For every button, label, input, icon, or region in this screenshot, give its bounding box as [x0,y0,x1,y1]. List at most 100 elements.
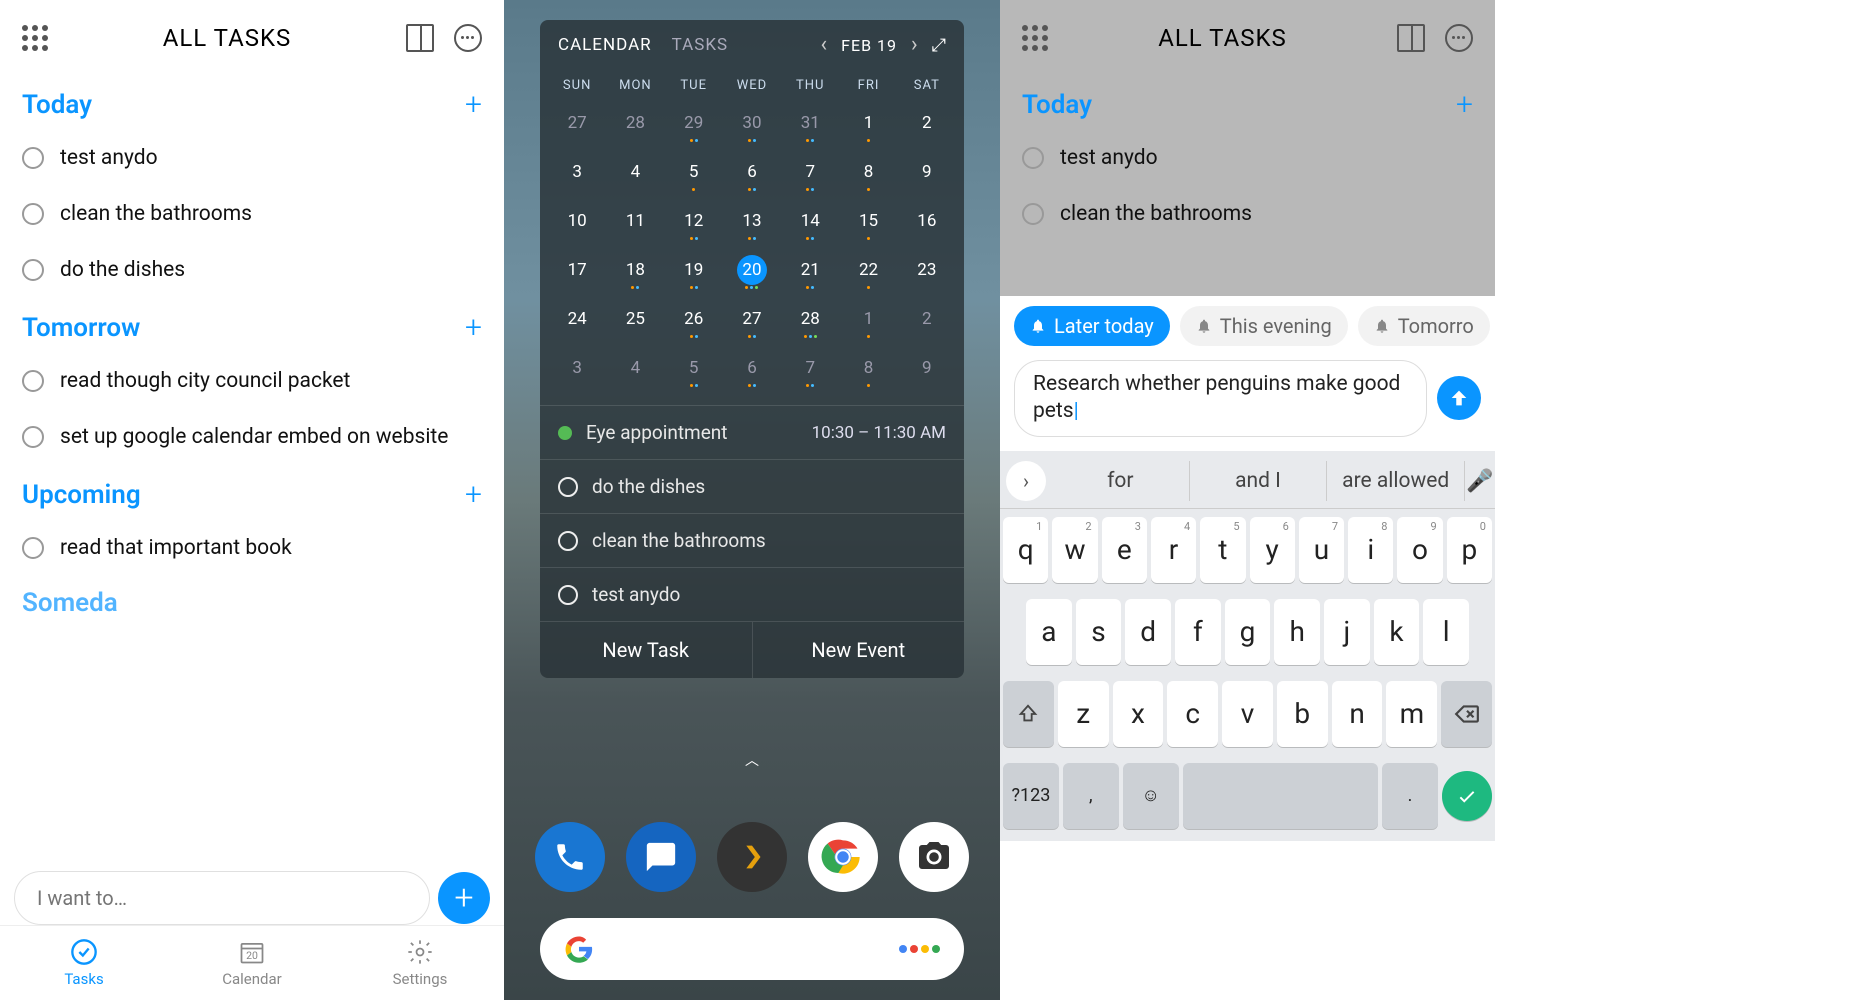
more-icon[interactable] [454,24,482,52]
google-search-bar[interactable] [540,918,964,980]
calendar-day[interactable]: 30 [723,101,781,150]
emoji-key[interactable]: ☺ [1123,763,1179,829]
key-u[interactable]: u7 [1299,517,1344,583]
key-d[interactable]: d [1125,599,1171,665]
messages-app-icon[interactable] [626,822,696,892]
menu-grid-icon[interactable] [1022,25,1048,51]
calendar-day[interactable]: 7 [781,150,839,199]
key-c[interactable]: c [1167,681,1218,747]
calendar-day[interactable]: 29 [665,101,723,150]
key-m[interactable]: m [1386,681,1437,747]
camera-app-icon[interactable] [899,822,969,892]
tab-tasks[interactable]: Tasks [0,926,168,1000]
calendar-day[interactable]: 13 [723,199,781,248]
app-drawer-handle-icon[interactable]: ︿ [504,750,1000,770]
checkbox-icon[interactable] [22,203,44,225]
calendar-day[interactable]: 8 [839,346,897,395]
add-task-today-button[interactable]: + [1456,87,1473,122]
keyboard-suggestion[interactable]: are allowed [1327,461,1465,501]
backspace-key[interactable] [1441,681,1492,747]
key-q[interactable]: q1 [1003,517,1048,583]
calendar-day[interactable]: 28 [606,101,664,150]
key-p[interactable]: p0 [1447,517,1492,583]
book-icon[interactable] [406,24,434,52]
tab-calendar[interactable]: 20 Calendar [168,926,336,1000]
calendar-day[interactable]: 12 [665,199,723,248]
plex-app-icon[interactable] [717,822,787,892]
keyboard-suggestion[interactable]: and I [1190,461,1328,501]
key-o[interactable]: o9 [1397,517,1442,583]
key-n[interactable]: n [1332,681,1383,747]
keyboard-suggestion[interactable]: for [1052,461,1190,501]
calendar-day[interactable]: 10 [548,199,606,248]
key-i[interactable]: i8 [1348,517,1393,583]
calendar-day[interactable]: 1 [839,101,897,150]
chip-tomorrow[interactable]: Tomorro [1358,306,1490,346]
expand-icon[interactable]: ⤢ [932,35,946,56]
task-row[interactable]: read though city council packet [0,353,504,409]
key-g[interactable]: g [1225,599,1271,665]
key-r[interactable]: r4 [1151,517,1196,583]
comma-key[interactable]: , [1063,763,1119,829]
microphone-icon[interactable]: 🎤 [1465,469,1495,494]
calendar-day[interactable]: 14 [781,199,839,248]
add-task-upcoming-button[interactable]: + [465,477,482,512]
checkbox-icon[interactable] [22,147,44,169]
key-h[interactable]: h [1274,599,1320,665]
key-s[interactable]: s [1076,599,1122,665]
calendar-day[interactable]: 9 [898,150,956,199]
checkbox-icon[interactable] [22,259,44,281]
task-row[interactable]: test anydo [1000,130,1495,186]
expand-suggestions-icon[interactable]: › [1006,461,1046,501]
checkbox-icon[interactable] [22,426,44,448]
key-x[interactable]: x [1113,681,1164,747]
calendar-day[interactable]: 24 [548,297,606,346]
calendar-day[interactable]: 6 [723,346,781,395]
widget-tab-tasks[interactable]: TASKS [672,35,728,55]
calendar-day[interactable]: 3 [548,150,606,199]
task-row[interactable]: do the dishes [0,242,504,298]
calendar-day[interactable]: 22 [839,248,897,297]
checkbox-icon[interactable] [22,370,44,392]
calendar-day[interactable]: 17 [548,248,606,297]
calendar-day[interactable]: 8 [839,150,897,199]
key-b[interactable]: b [1277,681,1328,747]
chip-later-today[interactable]: Later today [1014,306,1170,346]
checkbox-icon[interactable] [22,537,44,559]
event-row[interactable]: Eye appointment 10:30 – 11:30 AM [540,405,964,459]
key-z[interactable]: z [1058,681,1109,747]
calendar-day[interactable]: 28 [781,297,839,346]
more-icon[interactable] [1445,24,1473,52]
phone-app-icon[interactable] [535,822,605,892]
checkbox-icon[interactable] [558,531,578,551]
key-y[interactable]: y6 [1250,517,1295,583]
task-row[interactable]: set up google calendar embed on website [0,409,504,465]
widget-task-row[interactable]: do the dishes [540,459,964,513]
add-task-tomorrow-button[interactable]: + [465,310,482,345]
calendar-day[interactable]: 2 [898,101,956,150]
calendar-day[interactable]: 5 [665,150,723,199]
book-icon[interactable] [1397,24,1425,52]
key-l[interactable]: l [1423,599,1469,665]
calendar-day[interactable]: 6 [723,150,781,199]
add-task-fab[interactable]: + [438,872,490,924]
calendar-day[interactable]: 7 [781,346,839,395]
new-task-button[interactable]: New Task [540,622,753,678]
enter-key[interactable] [1442,771,1492,821]
calendar-day[interactable]: 16 [898,199,956,248]
key-e[interactable]: e3 [1102,517,1147,583]
widget-tab-calendar[interactable]: CALENDAR [558,35,652,55]
widget-task-row[interactable]: test anydo [540,567,964,621]
widget-task-row[interactable]: clean the bathrooms [540,513,964,567]
task-input[interactable]: Research whether penguins make good pets… [1014,360,1427,437]
checkbox-icon[interactable] [558,477,578,497]
key-f[interactable]: f [1175,599,1221,665]
calendar-day[interactable]: 11 [606,199,664,248]
google-assistant-icon[interactable] [899,945,940,953]
calendar-day[interactable]: 15 [839,199,897,248]
calendar-day[interactable]: 19 [665,248,723,297]
new-event-button[interactable]: New Event [753,622,965,678]
calendar-day[interactable]: 4 [606,346,664,395]
key-a[interactable]: a [1026,599,1072,665]
calendar-day[interactable]: 26 [665,297,723,346]
